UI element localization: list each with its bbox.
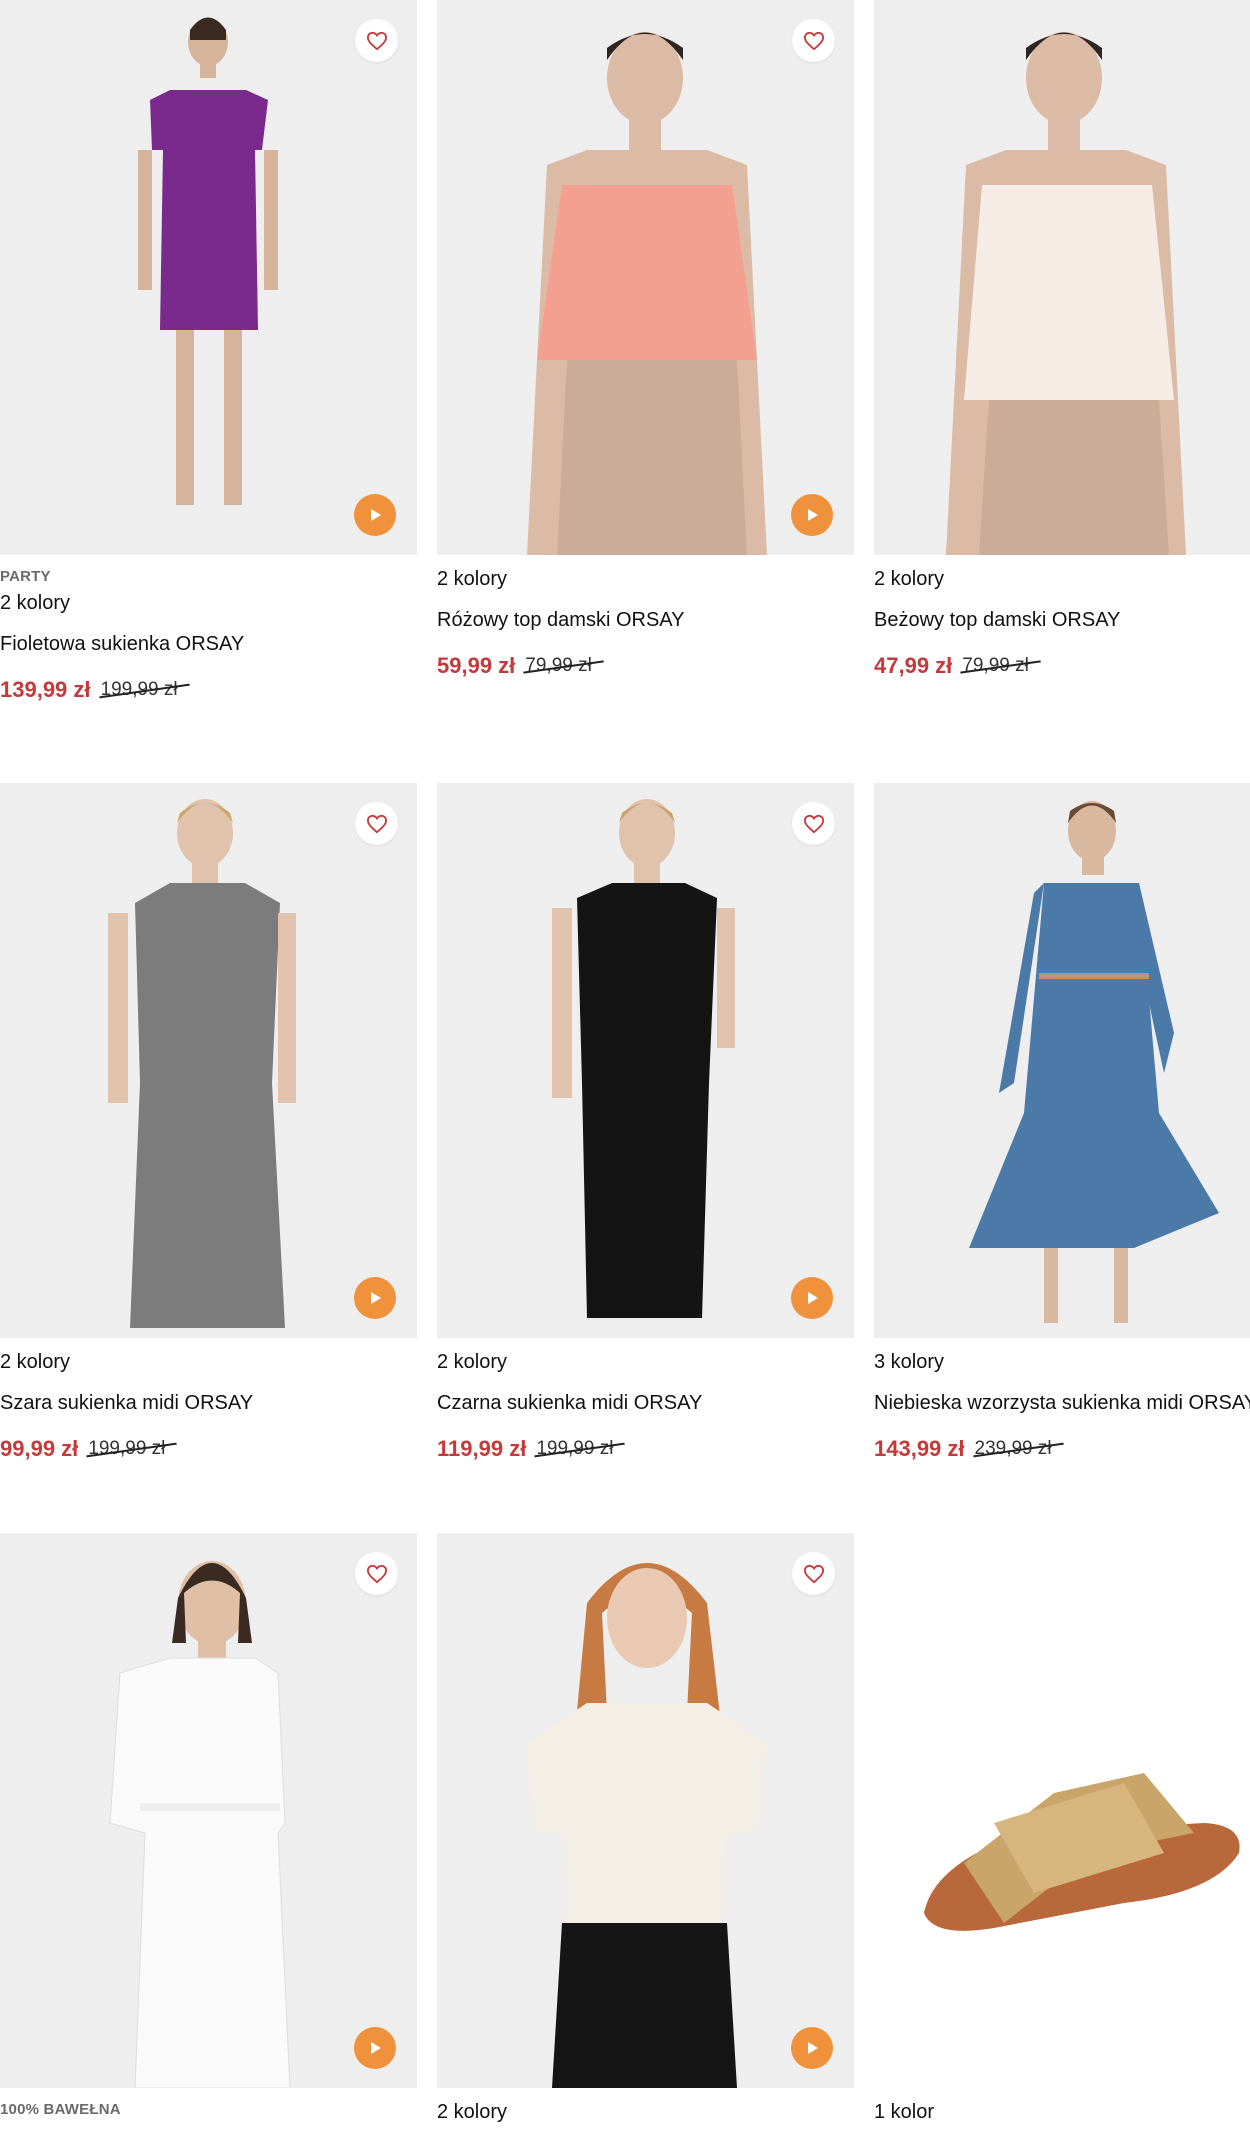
color-count: 2 kolory	[437, 1351, 508, 1373]
color-count: 2 kolory	[0, 592, 71, 614]
heart-icon	[803, 814, 824, 833]
sale-price: 59,99 zł	[437, 653, 516, 678]
product-name[interactable]: Niebieska wzorzysta sukienka midi ORSAY	[874, 1392, 1250, 1416]
color-count: 2 kolory	[874, 568, 945, 590]
product-image[interactable]	[0, 783, 417, 1338]
color-count: 2 kolory	[0, 1351, 71, 1373]
price-row: 99,99 zł 199,99 zł	[0, 1435, 417, 1463]
color-count: 2 kolory	[437, 568, 508, 590]
product-card[interactable]: 2 kolory Różowy top damski ORSAY 59,99 z…	[437, 0, 854, 680]
product-image[interactable]	[437, 783, 854, 1338]
original-price: 239,99 zł	[972, 1438, 1064, 1460]
product-grid: PARTY 2 kolory Fioletowa sukienka ORSAY …	[0, 0, 1250, 2131]
favorite-button[interactable]	[792, 802, 835, 845]
product-name[interactable]: Szara sukienka midi ORSAY	[0, 1392, 417, 1416]
product-image[interactable]	[437, 1533, 854, 2088]
price-row: 59,99 zł 79,99 zł	[437, 652, 854, 680]
product-card[interactable]: 100% BAWEŁNA	[0, 1533, 417, 2119]
product-name[interactable]: Czarna sukienka midi ORSAY	[437, 1392, 854, 1416]
product-image[interactable]	[0, 0, 417, 555]
product-image[interactable]	[874, 1533, 1250, 2088]
product-card[interactable]: PARTY 2 kolory Fioletowa sukienka ORSAY …	[0, 0, 417, 704]
product-image[interactable]	[0, 1533, 417, 2088]
favorite-button[interactable]	[792, 19, 835, 62]
color-count: 2 kolory	[437, 2101, 508, 2123]
play-video-button[interactable]	[354, 494, 396, 536]
product-image[interactable]	[874, 0, 1250, 555]
product-card[interactable]: 3 kolory Niebieska wzorzysta sukienka mi…	[874, 783, 1250, 1463]
product-card[interactable]: 2 kolory Beżowy top damski ORSAY 47,99 z…	[874, 0, 1250, 680]
sale-price: 119,99 zł	[437, 1436, 527, 1461]
heart-icon	[366, 1564, 387, 1583]
play-video-button[interactable]	[354, 2027, 396, 2069]
sale-price: 139,99 zł	[0, 677, 91, 702]
product-name[interactable]: Beżowy top damski ORSAY	[874, 609, 1250, 633]
play-icon	[808, 509, 818, 521]
price-row: 143,99 zł 239,99 zł	[874, 1435, 1250, 1463]
play-icon	[808, 1292, 818, 1304]
color-count: 1 kolor	[874, 2101, 935, 2123]
heart-icon	[803, 1564, 824, 1583]
heart-icon	[803, 31, 824, 50]
play-icon	[371, 2042, 381, 2054]
original-price: 79,99 zł	[960, 655, 1041, 677]
play-icon	[371, 1292, 381, 1304]
sale-price: 99,99 zł	[0, 1436, 79, 1461]
product-tag: PARTY	[0, 568, 51, 585]
play-icon	[808, 2042, 818, 2054]
product-card[interactable]: 2 kolory	[437, 1533, 854, 2125]
original-price: 199,99 zł	[98, 679, 190, 701]
color-count: 3 kolory	[874, 1351, 945, 1373]
original-price: 199,99 zł	[534, 1438, 626, 1460]
sale-price: 47,99 zł	[874, 653, 953, 678]
product-card[interactable]: 2 kolory Szara sukienka midi ORSAY 99,99…	[0, 783, 417, 1463]
play-video-button[interactable]	[791, 1277, 833, 1319]
price-row: 47,99 zł 79,99 zł	[874, 652, 1250, 680]
product-image[interactable]	[437, 0, 854, 555]
price-row: 139,99 zł 199,99 zł	[0, 676, 417, 704]
original-price: 199,99 zł	[86, 1438, 178, 1460]
product-card[interactable]: 2 kolory Czarna sukienka midi ORSAY 119,…	[437, 783, 854, 1463]
product-image[interactable]	[874, 783, 1250, 1338]
heart-icon	[366, 814, 387, 833]
favorite-button[interactable]	[355, 19, 398, 62]
play-video-button[interactable]	[354, 1277, 396, 1319]
product-name[interactable]: Różowy top damski ORSAY	[437, 609, 854, 633]
play-icon	[371, 509, 381, 521]
favorite-button[interactable]	[355, 802, 398, 845]
product-name[interactable]: Fioletowa sukienka ORSAY	[0, 633, 417, 657]
sale-price: 143,99 zł	[874, 1436, 965, 1461]
play-video-button[interactable]	[791, 2027, 833, 2069]
favorite-button[interactable]	[792, 1552, 835, 1595]
product-card[interactable]: 1 kolor	[874, 1533, 1250, 2125]
product-tag: 100% BAWEŁNA	[0, 2101, 121, 2118]
price-row: 119,99 zł 199,99 zł	[437, 1435, 854, 1463]
play-video-button[interactable]	[791, 494, 833, 536]
heart-icon	[366, 31, 387, 50]
original-price: 79,99 zł	[523, 655, 604, 677]
favorite-button[interactable]	[355, 1552, 398, 1595]
